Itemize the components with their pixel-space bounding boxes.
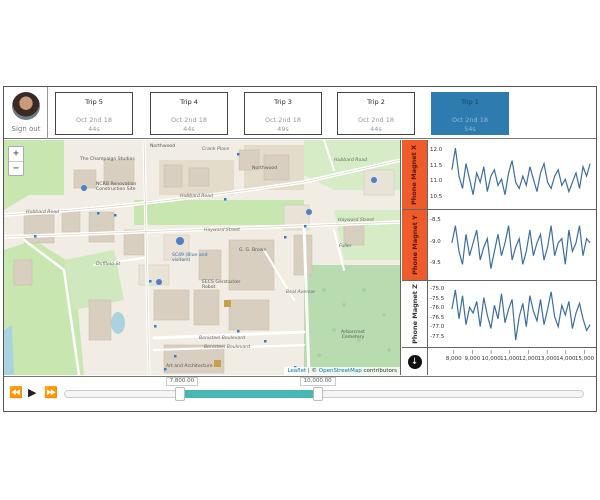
map-label: Hubbard Road [334, 158, 368, 163]
x-tick-label: 14,000 [556, 356, 576, 362]
sensor-tab-magnet-y[interactable]: Phone Magnet Y [402, 210, 428, 280]
map-label: Northwood [150, 144, 176, 149]
trip-name: Trip 3 [274, 98, 292, 106]
fast-forward-button[interactable]: ⏩ [44, 387, 58, 399]
map-label: Northwood [252, 166, 278, 171]
playback-bar: ⏪ ▶ ⏩ 7,800.00 10,000.00 [4, 376, 596, 411]
zoom-out-button[interactable]: − [9, 162, 23, 177]
map-label: G. G. Brown [239, 248, 267, 253]
avatar[interactable] [12, 92, 40, 120]
sensor-line-chart [451, 148, 591, 195]
map-label: Hubbard Road [26, 210, 60, 215]
user-panel: Sign out [4, 87, 48, 139]
map-label: Hayward Street [338, 218, 374, 223]
x-tick-label: 12,000 [518, 356, 539, 362]
timeline-start-handle[interactable] [174, 387, 185, 401]
download-button[interactable]: ↓ [402, 348, 428, 375]
x-tick-label: 8,000 [445, 356, 462, 362]
map-label: EECS Gerstacker Robot [202, 280, 241, 290]
timeline-start-label: 7,800.00 [165, 377, 199, 386]
sensor-row-magnet-y: Phone Magnet Y -8.5 -9.0 -9.5 [402, 210, 596, 281]
map-label: NCRB Renovation Construction Site [96, 182, 137, 192]
timeline-track[interactable] [64, 390, 584, 398]
map-label: Beal Avenue [286, 290, 315, 295]
timeline-end-label: 10,000.00 [299, 377, 336, 386]
trip-card-4[interactable]: Trip 4 Oct 2nd 18 44s [150, 92, 228, 135]
app-window: Sign out Trip 5 Oct 2nd 18 44s Trip 4 Oc… [3, 86, 597, 412]
map-label: Duffield St [96, 262, 121, 267]
trip-duration: 44s [370, 125, 382, 133]
map-label: Fuller [339, 244, 352, 249]
sensor-plot-magnet-x: 12.0 11.5 11.0 10.5 [428, 140, 596, 209]
trip-card-3[interactable]: Trip 3 Oct 2nd 18 49s [244, 92, 322, 135]
x-tick-label: 13,000 [537, 356, 557, 362]
sensor-plot-magnet-y: -8.5 -9.0 -9.5 [428, 210, 596, 280]
sensor-tab-magnet-x[interactable]: Phone Magnet X [402, 140, 428, 209]
trip-card-2[interactable]: Trip 2 Oct 2nd 18 44s [337, 92, 415, 135]
zoom-control: + − [8, 146, 24, 176]
sensor-panel: Phone Magnet X 12.0 11.5 11.0 10.5 Phone Ma… [402, 140, 596, 375]
map-attribution: Leaflet | © OpenStreetMap contributors [284, 367, 400, 375]
map-label: Crank Place [202, 147, 230, 152]
sensor-tab-label: Phone Magnet Z [410, 284, 419, 344]
attribution-separator: | © [306, 368, 319, 374]
leaflet-link[interactable]: Leaflet [287, 368, 306, 374]
timeline-selected-range[interactable] [183, 390, 314, 398]
x-tick-label: 9,000 [464, 356, 481, 362]
trip-name: Trip 1 [461, 98, 479, 106]
trip-date: Oct 2nd 18 [264, 116, 302, 124]
sensor-row-magnet-x: Phone Magnet X 12.0 11.5 11.0 10.5 [402, 140, 596, 210]
trip-duration: 49s [277, 125, 289, 133]
map-label: Arborcrest Cemetery [341, 330, 365, 340]
sensor-row-magnet-z: Phone Magnet Z -75.0 -75.5 -76.0 -76.5 -77.0… [402, 281, 596, 348]
download-icon: ↓ [407, 354, 422, 369]
trip-duration: 44s [88, 125, 100, 133]
sensor-tab-label: Phone Magnet X [410, 144, 419, 205]
sensor-line-chart [451, 225, 591, 269]
x-tick-label: 10,000 [481, 356, 501, 362]
trip-date: Oct 2nd 18 [451, 116, 489, 124]
map-view[interactable]: + − Northwood Crank Place Northwood Hubb… [4, 140, 401, 375]
x-tick-label: 11,000 [500, 356, 520, 362]
map-label: Bonisteel Boulevard [199, 336, 246, 341]
sensor-tab-magnet-z[interactable]: Phone Magnet Z [402, 281, 428, 347]
zoom-in-button[interactable]: + [9, 147, 23, 162]
play-button[interactable]: ▶ [28, 387, 36, 399]
sensor-line-chart [451, 289, 591, 341]
trip-card-5[interactable]: Trip 5 Oct 2nd 18 44s [55, 92, 133, 135]
trip-name: Trip 4 [180, 98, 198, 106]
trip-name: Trip 5 [85, 98, 103, 106]
sensor-series-line [451, 289, 591, 341]
map-label: Bonisteel Boulevard [204, 345, 251, 350]
trip-duration: 44s [183, 125, 195, 133]
sensor-series-line [451, 148, 591, 195]
timeline-end-handle[interactable] [312, 387, 323, 401]
trip-date: Oct 2nd 18 [357, 116, 395, 124]
x-tick-label: 15,000 [574, 356, 595, 362]
trip-name: Trip 2 [367, 98, 385, 106]
rewind-button[interactable]: ⏪ [9, 387, 23, 399]
time-axis: 8,000 9,000 10,000 11,000 12,000 13,000 14,000… [428, 348, 596, 375]
map-label: SC49 (Blue and visitors) [172, 253, 208, 263]
map-label: Hubbard Road [180, 194, 214, 199]
sensor-plot-magnet-z: -75.0 -75.5 -76.0 -76.5 -77.0 -77.5 [428, 281, 596, 347]
map-label: Hayward Street [204, 228, 240, 233]
trip-bar: Sign out Trip 5 Oct 2nd 18 44s Trip 4 Oc… [4, 87, 596, 139]
osm-link[interactable]: OpenStreetMap [319, 368, 362, 374]
map-label: The Champaign Studios [80, 157, 135, 162]
sensor-series-line [451, 225, 591, 269]
trip-date: Oct 2nd 18 [170, 116, 208, 124]
attribution-tail: contributors [361, 368, 397, 374]
map-label: Art and Architecture [166, 364, 213, 369]
sign-out-link[interactable]: Sign out [4, 125, 48, 133]
trip-card-1[interactable]: Trip 1 Oct 2nd 18 54s [431, 92, 509, 135]
trip-duration: 54s [464, 125, 476, 133]
trip-date: Oct 2nd 18 [75, 116, 113, 124]
sensor-tab-label: Phone Magnet Y [410, 215, 419, 275]
